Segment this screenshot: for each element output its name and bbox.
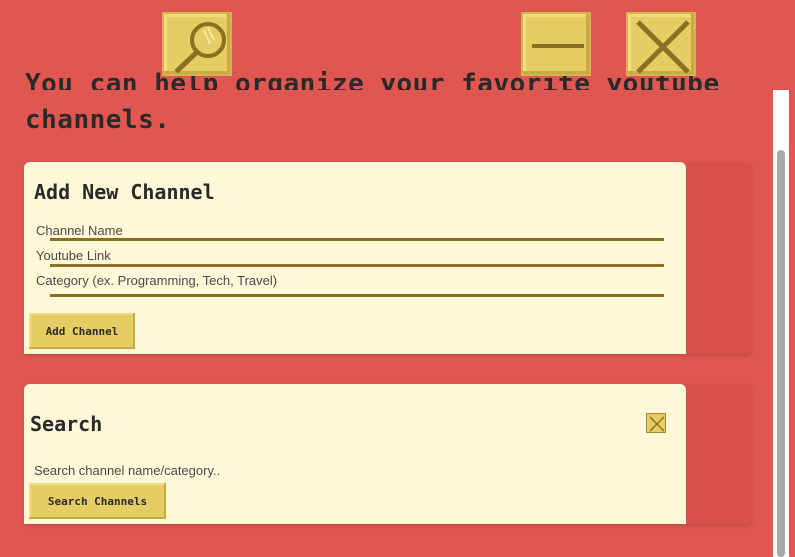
youtube-link-field[interactable]: Youtube Link (36, 248, 111, 263)
close-icon (636, 20, 690, 74)
intro-text: You can help organize your favorite yout… (25, 66, 725, 90)
search-input[interactable]: Search channel name/category.. (34, 463, 220, 478)
intro-line-2: channels. (25, 105, 171, 135)
intro-text-continued: channels. (25, 102, 725, 138)
page-content: You can help organize your favorite yout… (0, 0, 760, 557)
intro-line-1: You can help organize your favorite yout… (25, 69, 720, 90)
scrollbar[interactable] (773, 90, 789, 557)
channel-name-field[interactable]: Channel Name (36, 223, 123, 238)
scrollbar-thumb[interactable] (777, 150, 785, 557)
magnifier-icon (174, 22, 226, 74)
channel-name-underline (50, 238, 664, 241)
category-field[interactable]: Category (ex. Programming, Tech, Travel) (36, 273, 277, 288)
close-button[interactable] (626, 12, 696, 76)
minimize-button[interactable] (521, 12, 591, 76)
minimize-icon (532, 44, 584, 48)
add-channel-button[interactable]: Add Channel (29, 313, 135, 349)
search-channels-button[interactable]: Search Channels (29, 483, 166, 519)
youtube-link-underline (50, 264, 664, 267)
search-toggle-button[interactable] (162, 12, 232, 76)
close-icon (649, 416, 665, 432)
search-title: Search (30, 412, 103, 436)
clear-search-button[interactable] (646, 413, 666, 433)
search-card: Search Search channel name/category.. Se… (24, 384, 686, 524)
add-channel-card: Add New Channel Channel Name Youtube Lin… (24, 162, 686, 354)
add-channel-title: Add New Channel (34, 180, 215, 204)
category-underline (50, 294, 664, 297)
